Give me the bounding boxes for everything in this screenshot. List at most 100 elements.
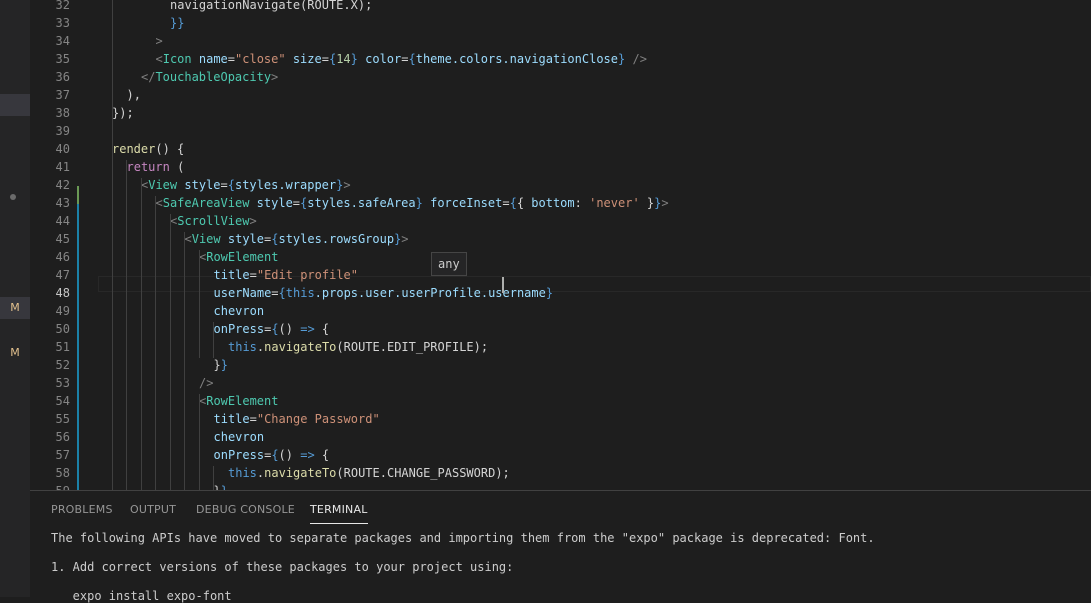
unsaved-dot-icon [10,194,16,200]
code-line[interactable]: 49 chevron [30,302,1091,320]
line-code: this.navigateTo(ROUTE.EDIT_PROFILE); [228,340,489,354]
code-line[interactable]: 58 this.navigateTo(ROUTE.CHANGE_PASSWORD)… [30,464,1091,482]
line-number: 39 [55,124,70,138]
line-number: 35 [55,52,70,66]
line-code: ), [126,88,141,102]
indent-guide [112,0,113,490]
code-line[interactable]: 42 <View style={styles.wrapper}> [30,176,1091,194]
code-line[interactable]: 59}} [30,482,1091,490]
line-number: 53 [55,376,70,390]
code-line[interactable]: 48 userName={this.props.user.userProfile.… [30,284,1091,302]
line-number: 59 [30,482,70,490]
line-number: 43 [55,196,70,210]
line-number: 36 [55,70,70,84]
code-line[interactable]: 34 > [30,32,1091,50]
line-number: 40 [55,142,70,156]
line-code: }); [112,106,134,120]
line-number: 37 [55,88,70,102]
indent-guide [213,322,214,358]
code-line[interactable]: 50 onPress={() => { [30,320,1091,338]
tab-output[interactable]: OUTPUT [130,503,176,523]
code-line[interactable]: 51 this.navigateTo(ROUTE.EDIT_PROFILE); [30,338,1091,356]
terminal-line: The following APIs have moved to separat… [51,531,875,545]
code-line[interactable]: 32 navigationNavigate(ROUTE.X); [30,0,1091,14]
code-line[interactable]: 44 <ScrollView> [30,212,1091,230]
line-code: }} [214,482,228,490]
tab-terminal[interactable]: TERMINAL [310,503,368,524]
line-number: 34 [55,34,70,48]
tab-problems[interactable]: PROBLEMS [51,503,113,523]
code-line[interactable]: 37), [30,86,1091,104]
indent-guide [213,466,214,490]
line-number: 49 [55,304,70,318]
indent-guide [170,214,171,490]
line-code: render() { [112,142,185,156]
explorer-sidebar: M M [0,0,30,597]
code-line[interactable]: 45 <View style={styles.rowsGroup}> [30,230,1091,248]
code-line[interactable]: 38}); [30,104,1091,122]
code-line[interactable]: 43 <SafeAreaView style={styles.safeArea} … [30,194,1091,212]
line-code: <SafeAreaView style={styles.safeArea} fo… [155,196,669,210]
line-code: <Icon name="close" size={14} color={them… [155,52,647,66]
line-number: 58 [55,466,70,480]
line-code: }} [213,358,228,372]
indent-guide [184,232,185,490]
line-code: <View style={styles.rowsGroup}> [184,232,409,246]
line-number: 55 [55,412,70,426]
code-line[interactable]: 33}} [30,14,1091,32]
line-code: <RowElement [199,250,279,264]
line-number: 33 [55,16,70,30]
code-line[interactable]: 47 title="Edit profile" [30,266,1091,284]
line-number: 47 [55,268,70,282]
bottom-panel: PROBLEMS OUTPUT DEBUG CONSOLE TERMINAL T… [30,490,1091,603]
line-code: onPress={() => { [213,322,330,336]
git-change-marker [77,204,79,490]
line-number: 57 [55,448,70,462]
code-line[interactable]: 36 </TouchableOpacity> [30,68,1091,86]
code-line[interactable]: 53 /> [30,374,1091,392]
line-code: <View style={styles.wrapper}> [141,178,351,192]
code-line[interactable]: 52}} [30,356,1091,374]
line-number: 32 [55,0,70,12]
indent-guide [155,196,156,490]
line-code: return ( [126,160,185,174]
indent-guide [126,160,127,490]
line-number: 56 [55,430,70,444]
terminal-line: 1. Add correct versions of these package… [51,560,514,574]
line-code: }} [170,16,185,30]
indent-guide [199,394,200,490]
indent-guide [141,178,142,490]
code-editor[interactable]: 32 navigationNavigate(ROUTE.X); 33}} 34 >35 <… [30,0,1091,490]
code-line[interactable]: 56 chevron [30,428,1091,446]
line-number: 45 [55,232,70,246]
explorer-selected-row[interactable] [0,94,30,116]
git-change-marker [77,186,79,204]
line-code: navigationNavigate(ROUTE.X); [170,0,373,12]
indent-guide [199,250,200,358]
code-line[interactable]: 46 <RowElement [30,248,1091,266]
line-number: 50 [55,322,70,336]
code-line[interactable]: 35 <Icon name="close" size={14} color={th… [30,50,1091,68]
line-number: 52 [55,358,70,372]
line-number: 51 [55,340,70,354]
tab-debug-console[interactable]: DEBUG CONSOLE [196,503,295,523]
modified-badge: M [10,301,20,314]
line-code: this.navigateTo(ROUTE.CHANGE_PASSWORD); [228,466,510,480]
line-code: <ScrollView> [170,214,257,228]
line-number: 54 [55,394,70,408]
code-line[interactable]: 55 title="Change Password" [30,410,1091,428]
line-code: title="Edit profile" [213,268,359,282]
code-line[interactable]: 57 onPress={() => { [30,446,1091,464]
line-number: 42 [55,178,70,192]
line-number: 41 [55,160,70,174]
line-code: <RowElement [199,394,279,408]
terminal-line: expo install expo-font [51,589,232,603]
line-code: title="Change Password" [213,412,380,426]
code-line[interactable]: 54 <RowElement [30,392,1091,410]
code-line[interactable]: 40 render() { [30,140,1091,158]
code-line[interactable]: 39 [30,122,1091,140]
code-line[interactable]: 41 return ( [30,158,1091,176]
line-number: 48 [55,286,70,300]
line-code: chevron [213,304,265,318]
line-number: 44 [55,214,70,228]
